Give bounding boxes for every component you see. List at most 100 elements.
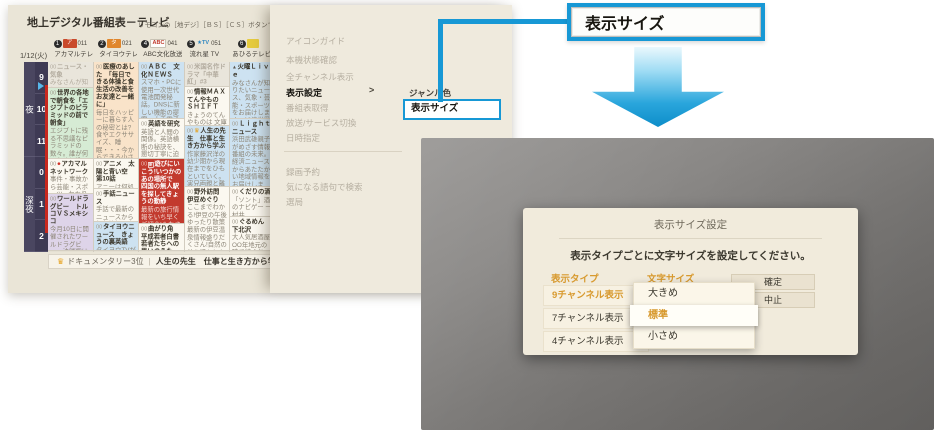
program-description: 浜田武雄親子がめざす情報番組の未来。経済ニュースからあたたかい地域情報をお届けし…	[232, 136, 271, 187]
program-title: 00世界の各地で朝食を「エジプトのピラミッドの前で朝食」	[50, 89, 91, 126]
program-cell[interactable]: 00ワールドラグビー トルコＶＳメキシコ今月10日に開催されたワールドラグビー。…	[48, 194, 93, 251]
footer-program-title: 人生の先生 仕事と生き方から学ぶ	[156, 256, 271, 267]
program-title: 00曲がり角 平成若者白書 若者たちへの思いのうた	[141, 225, 182, 251]
program-cell[interactable]: 00ぐるめん 下北沢大人気居酒屋OO年地元の味で続くお	[230, 217, 271, 251]
channel-number-badge: 2	[98, 40, 106, 48]
program-minute: 00	[141, 121, 147, 127]
callout-box: 表示サイズ	[567, 3, 765, 41]
menu-item-1[interactable]: 本機状態確認	[286, 54, 337, 66]
channel-number-badge: 1	[54, 40, 62, 48]
font-size-option[interactable]: 標準	[630, 305, 758, 326]
menu-item-5[interactable]: 放送/サービス切換	[286, 117, 356, 129]
program-cell[interactable]: 00タイヨウニュース きょうの裏英語タイヨウTVが独自の視点でお届	[94, 222, 139, 251]
font-size-option[interactable]: 小さめ	[634, 327, 754, 347]
program-title: 00タイヨウニュース きょうの裏英語	[96, 223, 137, 245]
channel-header: 2タ021タイヨウテレビ	[93, 38, 138, 60]
channel-number-badge: 4	[141, 40, 149, 48]
menu-item-3[interactable]: 表示設定	[286, 86, 322, 99]
crown-icon: ♛	[57, 257, 64, 266]
program-cell[interactable]: 00アニメ 太陽と青い空 第10話アニーは何処へ行ったのか?	[94, 159, 139, 189]
channel-code: 051	[211, 41, 221, 47]
program-description: 作家藤沢洋の幼少期から現在までをひもといていく。実兄両親と離れて育った洋少年。祖…	[187, 150, 228, 187]
program-cell[interactable]: 00ニュース・気象みなさんが知りたいニュース・気象情報・交通	[48, 62, 93, 88]
program-minute: 00	[50, 196, 56, 202]
channel-name: あひるテレビ	[233, 49, 265, 58]
program-content: 00ニュース・気象みなさんが知りたいニュース・気象情報・交通	[50, 63, 91, 88]
footer-rank: ドキュメンタリー3位	[67, 256, 143, 267]
program-cell[interactable]: 00●アカマルネットワーク事件・事故から芸能・スポーツ、わかりやすく	[48, 159, 93, 194]
program-title: 00ぐるめん 下北沢	[232, 218, 271, 233]
channel-logo-icon: ア	[63, 39, 77, 48]
program-content: 00ぐるめん 下北沢大人気居酒屋OO年地元の味で続くお	[232, 218, 271, 251]
program-description: みなさんが知りたいニュース、気象・芸能・スポーツをお届けします。18連世界の瞬間…	[232, 79, 271, 119]
program-cell[interactable]: 00野外訪問 伊豆めぐりここまでわかる!伊豆の午後ゆったり散策 最新の伊豆温泉情…	[185, 187, 230, 251]
callout-connector-vertical	[438, 19, 443, 102]
submenu-item-display-size[interactable]: 表示サイズ	[403, 99, 501, 120]
program-cell[interactable]: 00情報ＭＡＸてんやもの ＳＨＩＦＴきょうのてんやものは 文庫アタ	[185, 87, 230, 126]
program-cell[interactable]: ▲火曜Ｌｉｖｅみなさんが知りたいニュース、気象・芸能・スポーツをお届けします。1…	[230, 62, 271, 119]
program-minute: 00	[50, 90, 56, 96]
program-cell[interactable]: 00曲がり角 平成若者白書 若者たちへの思いのうた若者たちがいま	[139, 224, 184, 251]
channel-logo-icon: ABC	[150, 39, 166, 48]
menu-item-8[interactable]: 気になる語句で検索	[286, 181, 363, 193]
font-size-option[interactable]: 大きめ	[634, 284, 754, 304]
channel-header-row: 1ア011アカマルテレビ2タ021タイヨウテレビ4ABC041ABC文化放送5★…	[48, 38, 271, 60]
program-cell[interactable]: 00♛人生の先生 仕事と生き方から学ぶ作家藤沢洋の幼少期から現在までをひもといて…	[185, 126, 230, 187]
menu-item-4[interactable]: 番組表取得	[286, 102, 329, 114]
chevron-right-icon: >	[369, 85, 374, 95]
channel-name: アカマルテレビ	[54, 49, 86, 58]
program-title: 00アニメ 太陽と青い空 第10話	[96, 160, 137, 182]
program-minute: 00	[50, 64, 56, 70]
program-content: ▲火曜Ｌｉｖｅみなさんが知りたいニュース、気象・芸能・スポーツをお届けします。1…	[232, 63, 271, 119]
program-description: 英語と人間の関係。英語横断の秘訣を、懇切丁寧に迫ってみます。	[141, 128, 182, 159]
channel-header-line: 4ABC041	[137, 38, 182, 49]
program-minute: 00	[96, 64, 102, 70]
channel-logo-icon: ★TV	[196, 39, 210, 48]
screen: 地上デジタル番組表－テレビ リモコンの［地デジ］［ＢＳ］［ＣＳ］ボタンで放送切換…	[0, 0, 934, 430]
channel-name: ABC文化放送	[143, 49, 175, 58]
program-cell[interactable]: 00ＡＢＣ 文化ＮＥＷＳスマホ・PCに使用一次世代電池開発秘話。DNSに新しい機…	[139, 62, 184, 119]
program-description: みなさんが知りたいニュース・気象情報・交通	[50, 79, 91, 88]
menu-item-9[interactable]: 選局	[286, 196, 303, 208]
menu-item-0[interactable]: アイコンガイド	[286, 35, 345, 47]
program-cell[interactable]: 00手話ニュース手話で最新のニュースから気象情報・交通情報までお伝	[94, 189, 139, 222]
channel-number-badge: 5	[187, 40, 195, 48]
program-cell[interactable]: 00世界の各地で朝食を「エジプトのピラミッドの前で朝食」エジプトに残る不思議なピ…	[48, 88, 93, 159]
program-title: 00英語を研究	[141, 120, 182, 127]
program-cell[interactable]: 00米国名作ドラマ「中華紅」#320世紀初頭の	[185, 62, 230, 87]
program-cell[interactable]: 00新遊びにいこう!いつかのあの場所で 四国の無人駅を探してきょうの動静最新の旅…	[139, 159, 184, 224]
menu-item-6[interactable]: 日時指定	[286, 132, 320, 144]
program-content: 00タイヨウニュース きょうの裏英語タイヨウTVが独自の視点でお届	[96, 223, 137, 251]
program-minute: 00	[141, 161, 147, 167]
display-size-dialog: 表示サイズ設定 表示タイプごとに文字サイズを設定してください。 表示タイプ 文字…	[523, 208, 858, 355]
channel-header-line: 1ア011	[48, 38, 93, 49]
channel-name: 流れ星 TV	[188, 49, 220, 58]
program-description: 事件・事故から芸能・スポーツ、わかりやすく	[50, 176, 91, 194]
channel-header: 1ア011アカマルテレビ	[48, 38, 93, 60]
program-content: 00曲がり角 平成若者白書 若者たちへの思いのうた若者たちがいま	[141, 225, 182, 251]
program-title: 00Ｌｉｇｈｔニュース	[232, 120, 271, 135]
program-title: ▲火曜Ｌｉｖｅ	[232, 63, 271, 78]
program-cell[interactable]: 00英語を研究英語と人間の関係。英語横断の秘訣を、懇切丁寧に迫ってみます。	[139, 119, 184, 159]
program-content: 00アニメ 太陽と青い空 第10話アニーは何処へ行ったのか?	[96, 160, 137, 189]
channel-column: 00ＡＢＣ 文化ＮＥＷＳスマホ・PCに使用一次世代電池開発秘話。DNSに新しい機…	[139, 62, 185, 252]
program-minute: 00	[232, 121, 238, 127]
program-content: 00新遊びにいこう!いつかのあの場所で 四国の無人駅を探してきょうの動静最新の旅…	[141, 160, 182, 224]
program-cell[interactable]: 00くだりの酒「ソント」酒のナビゲー 一 村井	[230, 187, 271, 217]
epg-grid: 00ニュース・気象みなさんが知りたいニュース・気象情報・交通00世界の各地で朝食…	[48, 62, 271, 252]
program-title: 00新遊びにいこう!いつかのあの場所で 四国の無人駅を探してきょうの動静	[141, 160, 182, 205]
submenu-item-genre-color[interactable]: ジャンル色	[409, 87, 451, 99]
epg-date: 1/12(火)	[20, 50, 47, 61]
program-content: 00世界の各地で朝食を「エジプトのピラミッドの前で朝食」エジプトに残る不思議なピ…	[50, 89, 91, 159]
box-icon: 新	[148, 162, 154, 168]
program-cell[interactable]: 00医療のあした 「毎日できる体操と食生活の改善をお友達と一緒に」毎日をハッピー…	[94, 62, 139, 159]
time-band-label: 夜	[24, 62, 35, 157]
dialog-divider	[559, 238, 822, 239]
program-content: 00ＡＢＣ 文化ＮＥＷＳスマホ・PCに使用一次世代電池開発秘話。DNSに新しい機…	[141, 63, 182, 119]
program-title: 00●アカマルネットワーク	[50, 160, 91, 175]
current-time-bar	[45, 85, 48, 233]
program-cell[interactable]: 00Ｌｉｇｈｔニュース浜田武雄親子がめざす情報番組の未来。経済ニュースからあたた…	[230, 119, 271, 187]
menu-item-7[interactable]: 録画予約	[286, 166, 320, 178]
program-content: 00くだりの酒「ソント」酒のナビゲー 一 村井	[232, 188, 271, 217]
menu-item-2[interactable]: 全チャンネル表示	[286, 71, 354, 83]
